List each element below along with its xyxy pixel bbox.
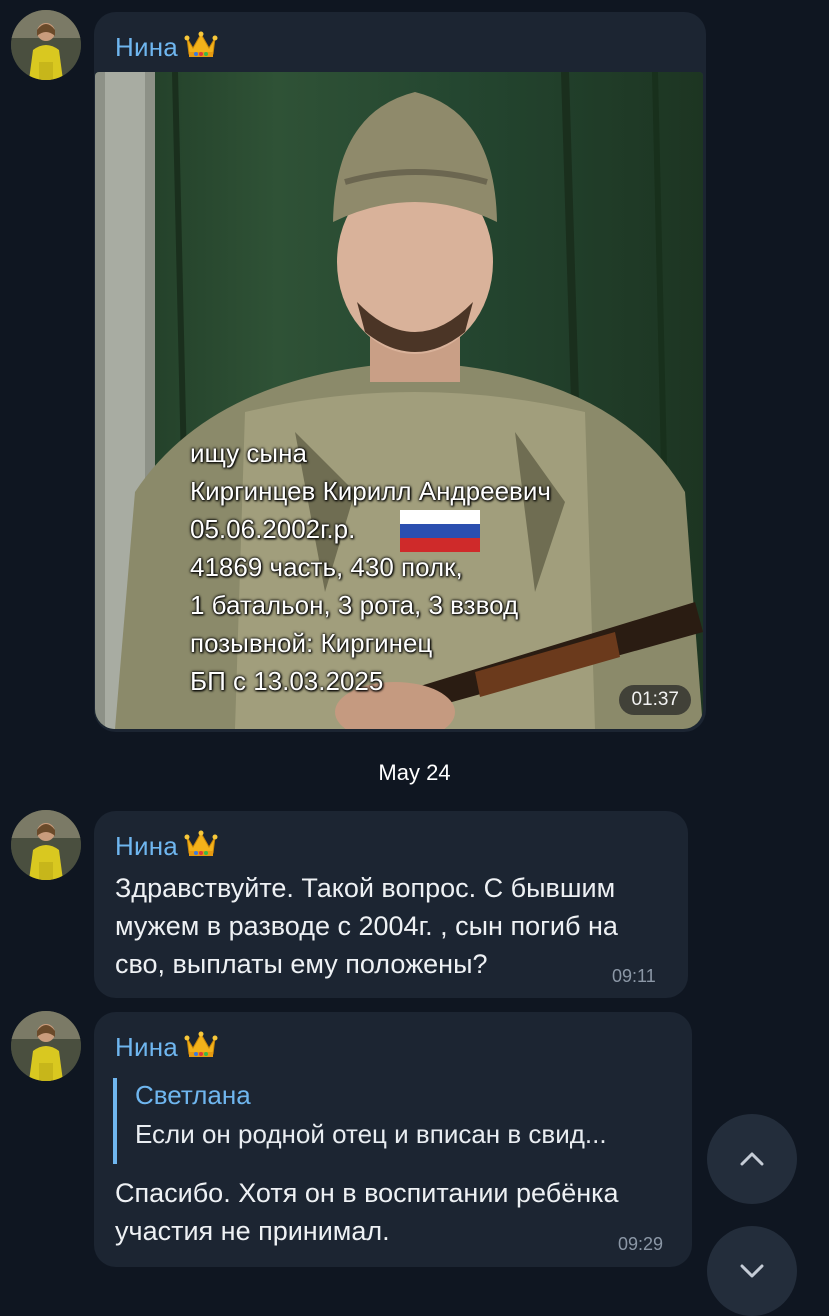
chevron-down-icon [740,1264,764,1278]
crown-icon [184,829,218,864]
video-caption: ищу сына Киргинцев Кирилл Андреевич 05.0… [190,434,551,700]
scroll-up-button[interactable] [707,1114,797,1204]
crown-icon [184,1030,218,1065]
sender-name[interactable]: Нина [115,829,218,864]
video-duration-badge: 01:37 [619,685,691,715]
sender-name-text[interactable]: Нина [115,831,178,862]
caption-line: 05.06.2002г.р. [190,514,356,544]
date-separator: May 24 [378,760,451,785]
caption-line: 1 батальон, 3 рота, 3 взвод [190,590,519,620]
sender-name-text[interactable]: Нина [115,32,178,63]
quote-text: Если он родной отец и вписан в свид... [135,1119,607,1149]
message-time: 09:29 [618,1234,664,1254]
reply-quote[interactable]: Светлана Если он родной отец и вписан в … [113,1078,673,1164]
reply-message-bubble[interactable]: Нина Светлана Если он родной отец и впис… [94,1012,692,1267]
caption-line: Киргинцев Кирилл Андреевич [190,476,551,506]
message-text: Спасибо. Хотя он в воспитании ребёнка уч… [115,1178,619,1246]
caption-line: позывной: Киргинец [190,628,433,658]
avatar[interactable] [11,10,81,80]
chevron-up-icon [740,1152,764,1166]
video-thumbnail[interactable]: ищу сына Киргинцев Кирилл Андреевич 05.0… [95,72,703,729]
caption-line: 41869 часть, 430 полк, [190,552,463,582]
message-text: Здравствуйте. Такой вопрос. С бывшим муж… [115,873,618,979]
scroll-down-button[interactable] [707,1226,797,1316]
sender-name[interactable]: Нина [115,30,218,65]
caption-line: БП с 13.03.2025 [190,666,384,696]
text-message-bubble[interactable]: Нина Здравствуйте. Такой вопрос. С бывши… [94,811,688,998]
sender-name-text[interactable]: Нина [115,1032,178,1063]
sender-name[interactable]: Нина [115,1030,218,1065]
avatar[interactable] [11,1011,81,1081]
caption-line: ищу сына [190,438,307,468]
avatar[interactable] [11,810,81,880]
quote-author: Светлана [135,1080,251,1110]
crown-icon [184,30,218,65]
message-time: 09:11 [612,966,656,986]
